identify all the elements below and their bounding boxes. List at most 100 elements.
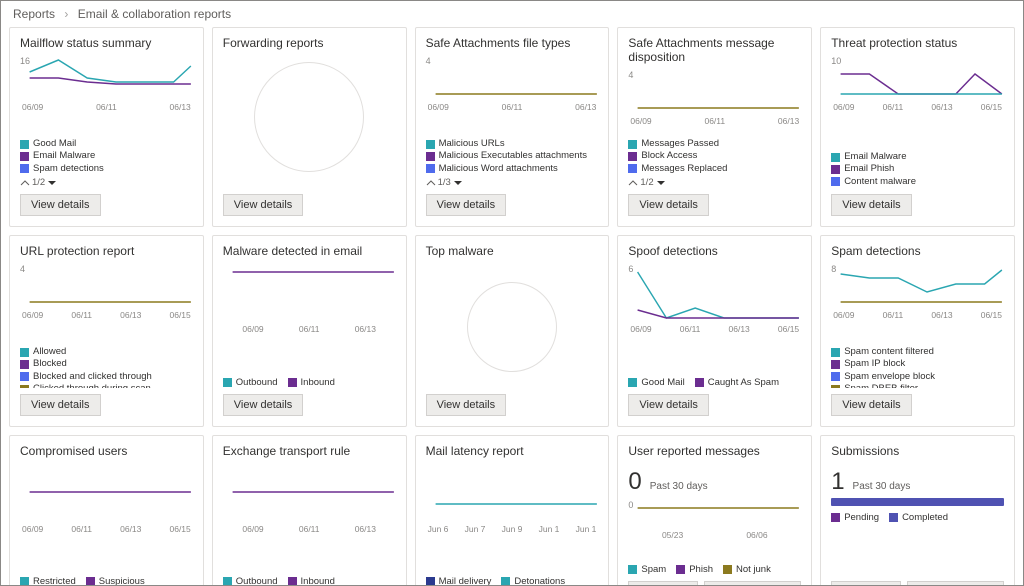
card-url-protection[interactable]: URL protection report 4 06/0906/1106/130… xyxy=(9,235,204,427)
y-axis-max: 8 xyxy=(831,264,836,274)
card-title: Safe Attachments message disposition xyxy=(628,36,801,64)
card-title: User reported messages xyxy=(628,444,801,458)
card-title: Spam detections xyxy=(831,244,1004,258)
chevron-up-icon xyxy=(628,178,638,188)
legend: Spam Phish Not junk xyxy=(628,564,801,575)
chart: Jun 6Jun 7Jun 9Jun 1Jun 1 xyxy=(426,462,599,568)
x-axis: 06/0906/1106/13 xyxy=(223,324,396,334)
card-title: Malware detected in email xyxy=(223,244,396,258)
legend: Allowed Blocked Blocked and clicked thro… xyxy=(20,346,193,388)
x-axis: 06/0906/1106/1306/15 xyxy=(20,310,193,320)
card-safe-attachments-disposition[interactable]: Safe Attachments message disposition 4 0… xyxy=(617,27,812,227)
chart: 16 06/0906/1106/13 xyxy=(20,54,193,134)
metric: 1 Past 30 days xyxy=(831,468,1004,496)
card-title: Submissions xyxy=(831,444,1004,458)
chevron-up-icon xyxy=(426,178,436,188)
card-title: Forwarding reports xyxy=(223,36,396,50)
view-details-button[interactable]: View details xyxy=(223,394,304,416)
view-details-button[interactable]: View details xyxy=(831,394,912,416)
x-axis: 06/0906/1106/13 xyxy=(20,102,193,112)
donut-chart-empty xyxy=(467,282,557,372)
card-compromised-users[interactable]: Compromised users 06/0906/1106/1306/15 R… xyxy=(9,435,204,586)
view-details-button[interactable]: View details xyxy=(20,394,101,416)
card-top-malware[interactable]: Top malware View details xyxy=(415,235,610,427)
card-safe-attachments-file-types[interactable]: Safe Attachments file types 4 06/0906/11… xyxy=(415,27,610,227)
x-axis: 06/0906/1106/1306/15 xyxy=(628,324,801,334)
legend: Mail delivery Detonations xyxy=(426,576,599,586)
legend: Outbound Inbound xyxy=(223,377,396,388)
x-axis: 06/0906/1106/13 xyxy=(628,116,801,126)
legend: Good Mail Caught As Spam xyxy=(628,377,801,388)
card-mail-latency[interactable]: Mail latency report Jun 6Jun 7Jun 9Jun 1… xyxy=(415,435,610,586)
y-axis-max: 4 xyxy=(628,70,633,80)
chart: 0 05/2306/06 xyxy=(628,498,801,558)
chart: 4 06/0906/1106/1306/15 xyxy=(20,262,193,342)
chevron-down-icon xyxy=(47,178,57,188)
legend: Messages Passed Block Access Messages Re… xyxy=(628,138,801,175)
chart: 06/0906/1106/13 xyxy=(223,262,396,369)
x-axis: 06/0906/1106/13 xyxy=(426,102,599,112)
card-exchange-transport-rule[interactable]: Exchange transport rule 06/0906/1106/13 … xyxy=(212,435,407,586)
x-axis: 06/0906/1106/1306/15 xyxy=(831,310,1004,320)
go-to-submissions-button[interactable]: Go to Submissions xyxy=(907,581,1004,586)
card-title: Safe Attachments file types xyxy=(426,36,599,50)
view-details-button[interactable]: View details xyxy=(426,194,507,216)
go-to-submissions-button[interactable]: Go to Submissions xyxy=(704,581,801,586)
legend: Restricted Suspicious xyxy=(20,576,193,586)
legend: Outbound Inbound xyxy=(223,576,396,586)
view-details-button[interactable]: View details xyxy=(223,194,304,216)
card-submissions[interactable]: Submissions 1 Past 30 days Pending Compl… xyxy=(820,435,1015,586)
legend: Malicious URLs Malicious Executables att… xyxy=(426,138,599,175)
view-details-button[interactable]: View details xyxy=(20,194,101,216)
legend: Good Mail Email Malware Spam detections xyxy=(20,138,193,175)
legend-pager[interactable]: 1/3 xyxy=(426,177,599,188)
chevron-down-icon xyxy=(656,178,666,188)
card-title: Threat protection status xyxy=(831,36,1004,50)
y-axis-max: 6 xyxy=(628,264,633,274)
breadcrumb-current: Email & collaboration reports xyxy=(78,7,231,21)
metric: 0 Past 30 days xyxy=(628,468,801,496)
x-axis: 06/0906/1106/1306/15 xyxy=(20,524,193,534)
card-mailflow-status[interactable]: Mailflow status summary 16 06/0906/1106/… xyxy=(9,27,204,227)
view-details-button[interactable]: View details xyxy=(628,581,698,586)
metric-value: 0 xyxy=(628,468,641,496)
legend-pager[interactable]: 1/2 xyxy=(628,177,801,188)
view-details-button[interactable]: View details xyxy=(426,394,507,416)
view-details-button[interactable]: View details xyxy=(831,194,912,216)
card-title: Mailflow status summary xyxy=(20,36,193,50)
chart: 8 06/0906/1106/1306/15 xyxy=(831,262,1004,342)
view-details-button[interactable]: View details xyxy=(628,394,709,416)
y-axis-max: 16 xyxy=(20,56,30,66)
reports-page: Reports › Email & collaboration reports … xyxy=(0,0,1024,586)
view-details-button[interactable]: View details xyxy=(628,194,709,216)
chevron-up-icon xyxy=(20,178,30,188)
card-spoof-detections[interactable]: Spoof detections 6 06/0906/1106/1306/15 … xyxy=(617,235,812,427)
report-grid: Mailflow status summary 16 06/0906/1106/… xyxy=(1,27,1023,586)
progress-bar xyxy=(831,498,1004,506)
card-spam-detections[interactable]: Spam detections 8 06/0906/1106/1306/15 S… xyxy=(820,235,1015,427)
x-axis: 05/2306/06 xyxy=(628,530,801,540)
card-title: Mail latency report xyxy=(426,444,599,458)
breadcrumb-root[interactable]: Reports xyxy=(13,7,55,21)
legend: Spam content filtered Spam IP block Spam… xyxy=(831,346,1004,388)
metric-period: Past 30 days xyxy=(853,481,911,492)
chart: 4 06/0906/1106/13 xyxy=(426,54,599,134)
card-user-reported-messages[interactable]: User reported messages 0 Past 30 days 0 … xyxy=(617,435,812,586)
metric-period: Past 30 days xyxy=(650,481,708,492)
chart: 06/0906/1106/13 xyxy=(223,462,396,568)
card-title: Top malware xyxy=(426,244,599,258)
legend-pager[interactable]: 1/2 xyxy=(20,177,193,188)
card-threat-protection-status[interactable]: Threat protection status 10 06/0906/1106… xyxy=(820,27,1015,227)
card-title: URL protection report xyxy=(20,244,193,258)
card-title: Compromised users xyxy=(20,444,193,458)
y-axis-max: 10 xyxy=(831,56,841,66)
chevron-right-icon: › xyxy=(64,7,68,21)
chart: 10 06/0906/1106/1306/15 xyxy=(831,54,1004,147)
view-details-button[interactable]: View details xyxy=(831,581,901,586)
x-axis: Jun 6Jun 7Jun 9Jun 1Jun 1 xyxy=(426,524,599,534)
card-forwarding-reports[interactable]: Forwarding reports View details xyxy=(212,27,407,227)
card-malware-detected[interactable]: Malware detected in email 06/0906/1106/1… xyxy=(212,235,407,427)
chart: 06/0906/1106/1306/15 xyxy=(20,462,193,568)
chart: 6 06/0906/1106/1306/15 xyxy=(628,262,801,369)
chart: 4 06/0906/1106/13 xyxy=(628,68,801,134)
